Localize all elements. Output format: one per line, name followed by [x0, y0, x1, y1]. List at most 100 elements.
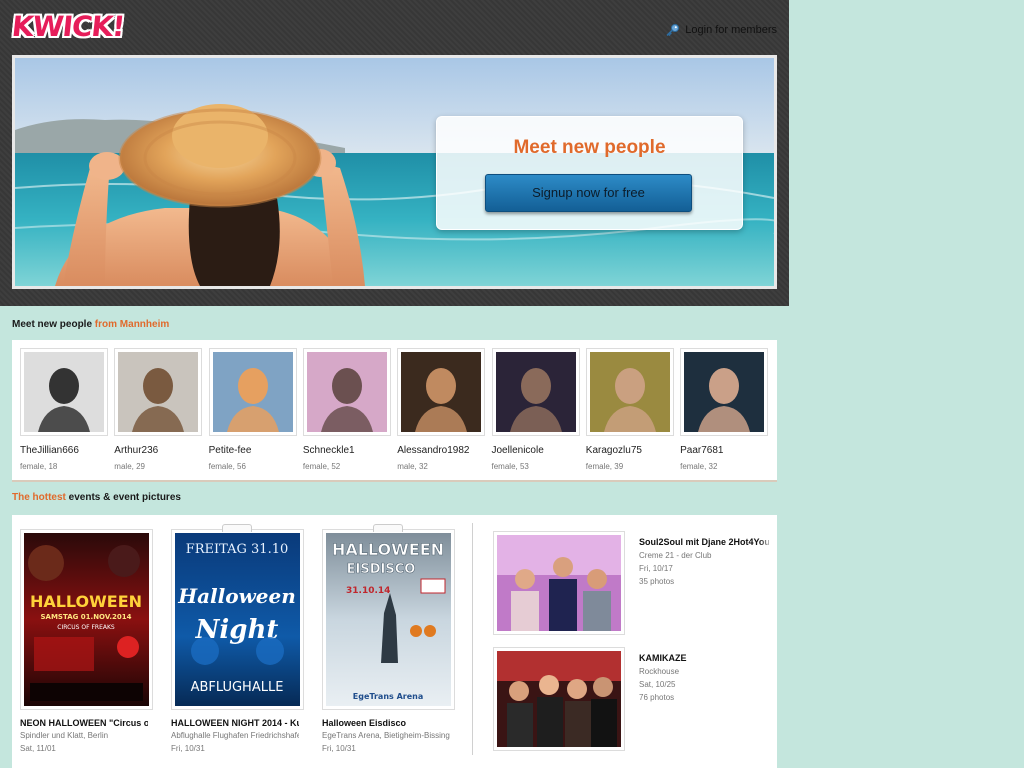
gallery-text: Soul2Soul mit Djane 2Hot4You Creme 21 - …: [639, 537, 769, 586]
person-photo-frame: [680, 348, 769, 436]
person-card[interactable]: Arthur236 male, 29: [114, 348, 204, 471]
event-flyer-frame: FREITAG 31.10 Halloween Night ABFLUGHALL…: [171, 524, 304, 710]
person-info: female, 18: [20, 462, 58, 471]
person-photo[interactable]: [306, 352, 387, 432]
flyer-clip: [373, 524, 403, 532]
person-info: female, 52: [302, 462, 341, 471]
gallery-location: Creme 21 - der Club: [639, 551, 712, 560]
person-info: female, 56: [208, 462, 246, 471]
person-name[interactable]: Petite-fee: [209, 445, 299, 456]
person-card[interactable]: Schneckle1 female, 52: [302, 348, 393, 471]
person-photo[interactable]: [212, 352, 293, 432]
person-name[interactable]: Arthur236: [114, 445, 204, 456]
event-card[interactable]: FREITAG 31.10 Halloween Night ABFLUGHALL…: [171, 524, 306, 753]
event-name[interactable]: NEON HALLOWEEN "Circus of Freaks": [20, 718, 148, 728]
person-info: female, 32: [680, 462, 718, 471]
gallery-thumb-frame: [493, 531, 625, 635]
gallery-date: Sat, 10/25: [639, 680, 676, 689]
event-flyer-frame: HALLOWEEN EISDISCO 31.10.14 EgeTrans Are…: [322, 524, 455, 710]
event-flyer-text-4: EgeTrans Arena: [353, 692, 423, 701]
person-card[interactable]: Petite-fee female, 56: [208, 348, 299, 471]
person-photo[interactable]: [684, 352, 765, 432]
person-photo[interactable]: [589, 352, 670, 432]
flyer-clip: [222, 524, 252, 532]
person-card[interactable]: Paar7681 female, 32: [680, 348, 770, 471]
event-location: EgeTrans Arena, Bietigheim-Bissingen: [322, 731, 450, 740]
person-name[interactable]: Paar7681: [680, 445, 770, 456]
gallery-date: Fri, 10/17: [639, 564, 673, 573]
events-panel: HALLOWEEN SAMSTAG 01.NOV.2014 CIRCUS OF …: [12, 515, 777, 768]
person-info: male, 29: [114, 462, 145, 471]
person-name[interactable]: Joellenicole: [492, 445, 582, 456]
person-card[interactable]: Karagozlu75 female, 39: [585, 348, 676, 471]
person-card[interactable]: TheJillian666 female, 18: [20, 348, 110, 471]
event-flyer-text-4: ABFLUGHALLE: [191, 680, 284, 695]
event-name[interactable]: Halloween Eisdisco: [322, 718, 450, 728]
person-photo[interactable]: [401, 352, 482, 432]
gallery-name[interactable]: KAMIKAZE: [639, 653, 769, 663]
event-flyer-image[interactable]: HALLOWEEN SAMSTAG 01.NOV.2014 CIRCUS OF …: [24, 533, 149, 706]
login-label: Login for members: [685, 24, 777, 36]
signup-box: Meet new people Signup now for free: [436, 116, 743, 230]
person-name[interactable]: Karagozlu75: [586, 445, 676, 456]
gallery-item[interactable]: KAMIKAZE Rockhouse Sat, 10/25 76 photos: [493, 647, 773, 751]
signup-title: Meet new people: [513, 137, 666, 158]
hero-banner: Meet new people Signup now for free: [12, 55, 777, 289]
gallery-thumbnail[interactable]: [497, 651, 621, 747]
person-name[interactable]: Schneckle1: [303, 445, 393, 456]
person-photo-frame: [20, 348, 108, 436]
event-card[interactable]: HALLOWEEN SAMSTAG 01.NOV.2014 CIRCUS OF …: [20, 529, 155, 753]
person-photo-frame: [491, 348, 580, 436]
people-title-location[interactable]: from Mannheim: [95, 319, 169, 330]
person-name[interactable]: Alessandro1982: [397, 445, 487, 456]
login-link[interactable]: Login for members: [666, 24, 777, 36]
people-panel: TheJillian666 female, 18 Arthur236 male, 29…: [12, 340, 777, 482]
person-photo[interactable]: [24, 352, 104, 432]
people-section-title: Meet new people from Mannheim: [12, 319, 169, 330]
gallery-thumbnail[interactable]: [497, 535, 621, 631]
event-date: Fri, 10/31: [171, 744, 205, 753]
gallery-name[interactable]: Soul2Soul mit Djane 2Hot4You: [639, 537, 769, 547]
person-photo-frame: [208, 348, 297, 436]
event-flyer-frame: HALLOWEEN SAMSTAG 01.NOV.2014 CIRCUS OF …: [20, 529, 153, 710]
events-section-title: The hottest events & event pictures: [12, 492, 181, 503]
event-date: Fri, 10/31: [322, 744, 356, 753]
events-title-accent: The hottest: [12, 492, 66, 503]
events-title-rest: events & event pictures: [68, 492, 181, 503]
page: KWICK! Login for members Meet new people…: [0, 0, 789, 768]
event-flyer-text-2: EISDISCO: [347, 562, 416, 577]
event-flyer-image[interactable]: HALLOWEEN EISDISCO 31.10.14 EgeTrans Are…: [326, 533, 451, 706]
key-icon: [666, 24, 680, 36]
event-flyer-text-3: CIRCUS OF FREAKS: [57, 624, 115, 631]
gallery-thumb-frame: [493, 647, 625, 751]
person-photo[interactable]: [495, 352, 576, 432]
event-flyer-text-3: 31.10.14: [346, 586, 390, 596]
event-date: Sat, 11/01: [20, 744, 56, 753]
event-flyer-text-2: SAMSTAG 01.NOV.2014: [41, 613, 132, 621]
people-title-prefix: Meet new people: [12, 319, 93, 330]
event-flyer-text-2: Halloween: [177, 584, 296, 608]
person-photo[interactable]: [118, 352, 199, 432]
person-name[interactable]: TheJillian666: [20, 445, 110, 456]
gallery-photo-count: 35 photos: [639, 577, 675, 586]
event-location: Spindler und Klatt, Berlin: [20, 731, 109, 740]
header: KWICK! Login for members Meet new people…: [0, 0, 789, 306]
event-flyer-image[interactable]: FREITAG 31.10 Halloween Night ABFLUGHALL…: [175, 533, 300, 706]
person-photo-frame: [585, 348, 674, 436]
event-location: Abflughalle Flughafen Friedrichshafen: [171, 731, 299, 740]
event-flyer-text-1: FREITAG 31.10: [186, 542, 289, 557]
event-card[interactable]: HALLOWEEN EISDISCO 31.10.14 EgeTrans Are…: [322, 524, 457, 753]
signup-button[interactable]: Signup now for free: [485, 174, 692, 212]
person-photo-frame: [397, 348, 486, 436]
person-card[interactable]: Alessandro1982 male, 32: [397, 348, 487, 471]
gallery-location: Rockhouse: [639, 667, 680, 676]
gallery-fade: [759, 647, 773, 751]
gallery-text: KAMIKAZE Rockhouse Sat, 10/25 76 photos: [639, 653, 769, 702]
gallery-fade: [759, 531, 773, 635]
person-card[interactable]: Joellenicole female, 53: [491, 348, 582, 471]
person-info: male, 32: [397, 462, 428, 471]
events-divider: [472, 523, 473, 755]
kwick-logo[interactable]: KWICK!: [10, 10, 125, 43]
gallery-item[interactable]: Soul2Soul mit Djane 2Hot4You Creme 21 - …: [493, 531, 773, 635]
event-name[interactable]: HALLOWEEN NIGHT 2014 - Kult: [171, 718, 299, 728]
